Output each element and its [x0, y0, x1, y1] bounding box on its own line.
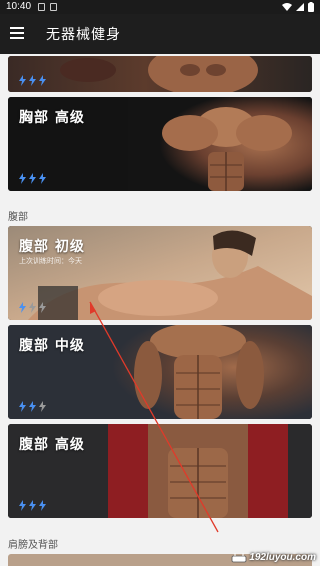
bolt-icon — [29, 401, 36, 412]
notification-icon — [38, 3, 45, 11]
level-bolts — [18, 500, 47, 511]
workout-card-title: 腹部 初级 — [19, 239, 85, 255]
bolt-icon — [29, 173, 36, 184]
status-time: 10:40 — [6, 1, 32, 12]
bolt-icon — [29, 500, 36, 511]
bolt-icon — [39, 75, 46, 86]
bolt-icon — [39, 173, 46, 184]
watermark-text: 192luyou.com — [249, 552, 316, 563]
bolt-icon — [39, 302, 46, 313]
notification-icon — [50, 3, 57, 11]
bolt-icon — [19, 173, 26, 184]
bolt-icon — [19, 302, 26, 313]
router-icon — [231, 552, 247, 562]
workout-card-title: 腹部 高级 — [19, 437, 85, 453]
workout-card-title: 腹部 中级 — [19, 338, 85, 354]
bolt-icon — [39, 500, 46, 511]
section-header-abs: 腹部 — [8, 212, 28, 223]
workout-card-image — [8, 56, 312, 92]
level-bolts — [18, 173, 47, 184]
status-bar: 10:40 — [0, 0, 320, 14]
bolt-icon — [39, 401, 46, 412]
workout-card-title: 胸部 高级 — [19, 110, 85, 126]
app-title: 无器械健身 — [46, 27, 121, 43]
workout-card-partial[interactable] — [8, 56, 312, 92]
bolt-icon — [19, 75, 26, 86]
app-bar: 无器械健身 — [0, 14, 320, 54]
workout-card-chest-advanced[interactable]: 胸部 高级 — [8, 97, 312, 191]
workout-card-abs-advanced[interactable]: 腹部 高级 — [8, 424, 312, 518]
battery-icon — [308, 2, 314, 12]
signal-icon — [296, 3, 304, 11]
bolt-icon — [19, 401, 26, 412]
bolt-icon — [29, 75, 36, 86]
bolt-icon — [19, 500, 26, 511]
workout-card-abs-intermediate[interactable]: 腹部 中级 — [8, 325, 312, 419]
level-bolts — [18, 75, 47, 86]
bolt-icon — [29, 302, 36, 313]
section-header-shoulders-back: 肩膀及背部 — [8, 540, 58, 551]
watermark: 192luyou.com — [231, 552, 316, 563]
level-bolts — [18, 302, 47, 313]
workout-card-abs-beginner[interactable]: 腹部 初级 上次训练时间：今天 — [8, 226, 312, 320]
menu-icon[interactable] — [10, 27, 24, 39]
workout-card-last-trained: 上次训练时间：今天 — [19, 257, 82, 265]
level-bolts — [18, 401, 47, 412]
wifi-icon — [282, 3, 292, 11]
